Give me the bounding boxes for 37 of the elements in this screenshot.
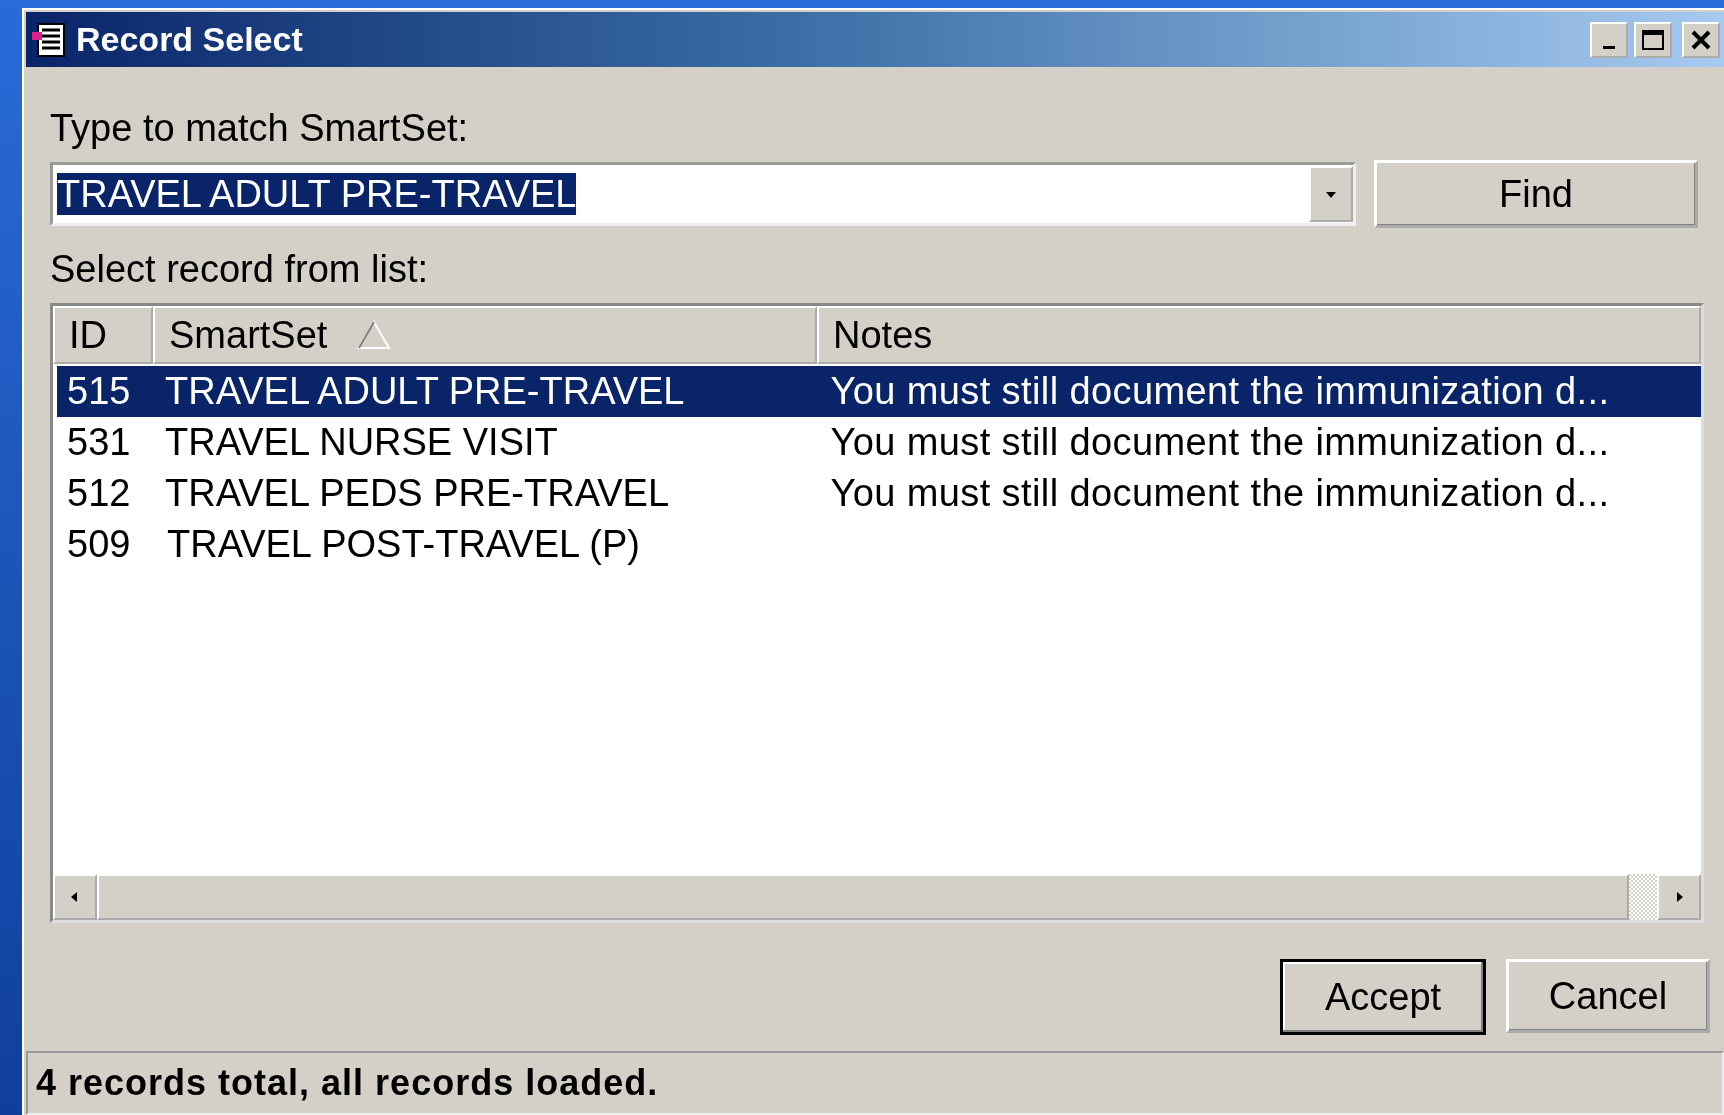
window-title: Record Select <box>76 20 304 59</box>
smartset-cell-text: TRAVEL NURSE VISIT <box>164 421 559 464</box>
notes-cell-text: You must still document the immunization d... <box>829 472 1611 515</box>
id-cell-text: 509 <box>66 523 132 566</box>
smartset-cell-text: TRAVEL ADULT PRE-TRAVEL <box>164 370 686 413</box>
smartset-cell-text: TRAVEL POST-TRAVEL (P) <box>166 523 641 566</box>
list-label: Select record from list: <box>50 248 429 291</box>
minimize-button[interactable] <box>1590 21 1628 58</box>
maximize-icon <box>1642 29 1664 50</box>
close-icon <box>1690 29 1712 50</box>
search-label: Type to match SmartSet: <box>50 107 470 150</box>
scroll-right-button[interactable] <box>1657 874 1701 920</box>
smartset-cell-text: TRAVEL PEDS PRE-TRAVEL <box>164 472 670 515</box>
status-text: 4 records total, all records loaded. <box>36 1062 659 1104</box>
scrollbar-track[interactable] <box>1629 874 1657 920</box>
id-cell-text: 512 <box>66 472 132 515</box>
notes-cell-text: You must still document the immunization d... <box>829 421 1611 464</box>
close-button[interactable] <box>1682 21 1720 58</box>
id-cell-text: 515 <box>66 370 132 413</box>
list-row[interactable]: 509 TRAVEL POST-TRAVEL (P) <box>57 519 1701 570</box>
id-cell-text: 531 <box>66 421 132 464</box>
dialog-button[interactable]: Accept <box>1280 959 1486 1035</box>
list-row[interactable]: 531 TRAVEL NURSE VISIT You must still document the immunization d... <box>57 417 1701 468</box>
smartset-combo-field[interactable]: TRAVEL ADULT PRE-TRAVEL <box>50 162 1356 226</box>
scroll-left-button[interactable] <box>53 874 97 920</box>
minimize-icon <box>1603 46 1615 49</box>
field-value: TRAVEL ADULT PRE-TRAVEL <box>57 172 577 215</box>
maximize-button[interactable] <box>1634 21 1672 58</box>
find-button[interactable]: Find <box>1374 160 1698 228</box>
list-row[interactable]: 515 TRAVEL ADULT PRE-TRAVEL You must still document the immunization d... <box>57 366 1701 417</box>
list-row[interactable]: 512 TRAVEL PEDS PRE-TRAVEL You must still document the immunization d... <box>57 468 1701 519</box>
notes-cell-text: You must still document the immunization d... <box>829 370 1611 413</box>
dialog-button[interactable]: Cancel <box>1506 959 1710 1033</box>
dropdown-button[interactable] <box>1309 166 1353 222</box>
column-header[interactable]: SmartSet <box>153 306 817 364</box>
column-header[interactable]: ID <box>53 306 153 364</box>
column-header[interactable]: Notes <box>817 306 1701 364</box>
